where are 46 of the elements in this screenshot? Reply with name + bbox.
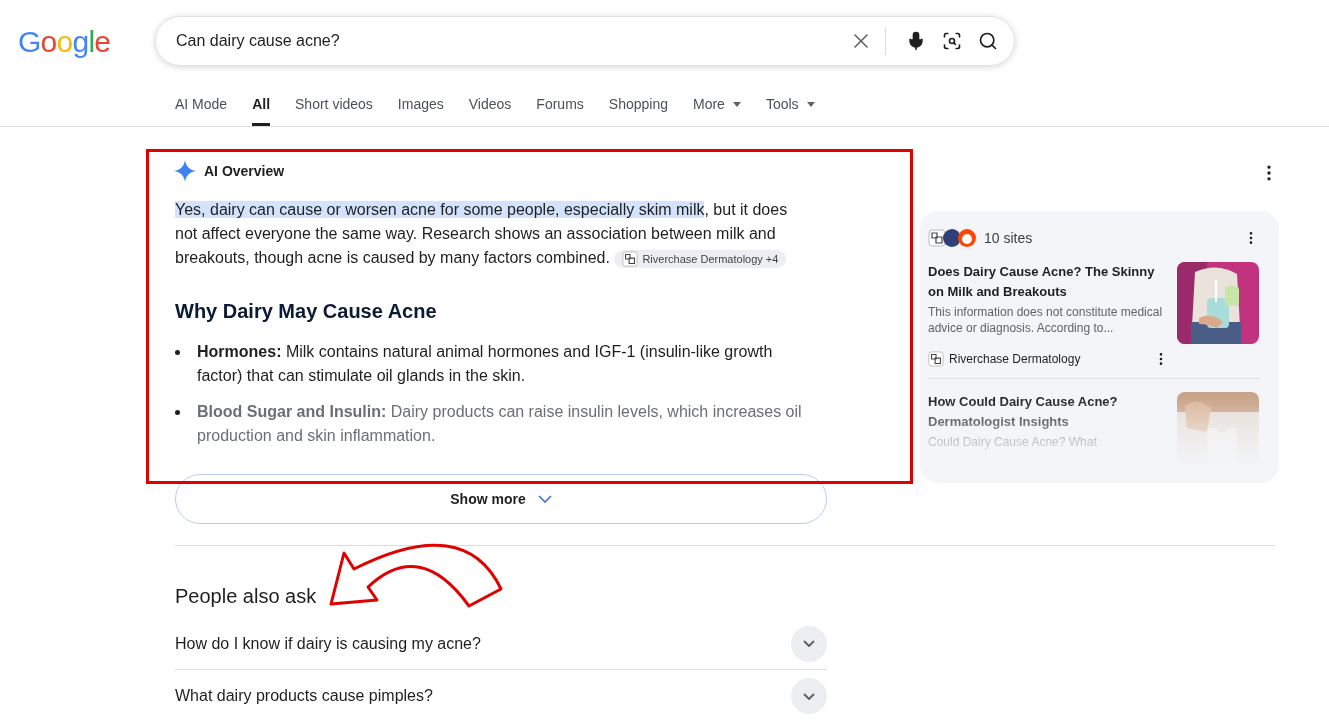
search-tab[interactable]: Tools: [765, 82, 815, 126]
google-logo[interactable]: Google: [18, 18, 155, 64]
show-more-button[interactable]: Show more: [175, 474, 827, 524]
site-count: 10 sites: [984, 228, 1034, 248]
camera-search-icon[interactable]: [942, 31, 962, 51]
source-snippet: This information does not constitute medical advice or diagnosis. According to...: [928, 304, 1164, 336]
search-tab[interactable]: Images: [397, 82, 444, 126]
site-logo-icon: [958, 229, 976, 247]
caret-icon: [806, 102, 815, 107]
source-title[interactable]: Does Dairy Cause Acne? The Skinny on Milk and Breakouts: [928, 262, 1169, 302]
caret-icon: [732, 102, 741, 107]
search-tab[interactable]: Short videos: [295, 82, 373, 126]
chevron-down-icon: [537, 495, 552, 503]
question-row[interactable]: How do I know if dairy is causing my acne?: [175, 618, 827, 670]
sparkle-icon: [174, 160, 196, 182]
search-query: Can dairy cause acne?: [176, 31, 341, 51]
site-logo-icon: [928, 229, 946, 247]
microphone-icon[interactable]: [906, 31, 926, 51]
search-field[interactable]: Can dairy cause acne?: [155, 16, 1015, 66]
people-also-ask-title: People also ask: [175, 584, 318, 608]
bullet-text: Hormones: Milk contains natural animal hormones and IGF-1 (insulin-like growth factor) that can stimulate oil glands in the skin.: [197, 342, 774, 386]
ai-overview-title: AI Overview: [204, 161, 285, 181]
section-heading: Why Dairy May Cause Acne: [175, 299, 438, 324]
search-tab[interactable]: Shopping: [608, 82, 668, 126]
citation-chip[interactable]: Riverchase Dermatology +4: [614, 249, 787, 268]
search-tab[interactable]: More: [692, 82, 741, 126]
expand-toggle[interactable]: [791, 625, 827, 662]
question-text: What dairy products cause pimples?: [175, 686, 433, 706]
search-tab[interactable]: All: [252, 82, 271, 126]
chevron-down-icon: [803, 640, 815, 647]
site-logo-icon: [622, 250, 639, 267]
source-snippet: Could Dairy Cause Acne? What: [928, 434, 1098, 450]
question-row[interactable]: What dairy products cause pimples?: [175, 670, 827, 720]
overview-summary: Yes, dairy can cause or worsen acne for some people, especially skim milk, but it does not affect everyone the same way. Research shows an association between milk and breakouts, though acne is caused by many factors combined. Riverchase Dermatology +4: [175, 200, 789, 270]
bullet-text: Blood Sugar and Insulin: Dairy products can raise insulin levels, which increases oil production and skin inflammation.: [197, 402, 803, 446]
expand-toggle[interactable]: [791, 678, 827, 714]
source-title[interactable]: How Could Dairy Cause Acne? Dermatologist Insights: [928, 392, 1169, 432]
search-tab[interactable]: AI Mode: [175, 82, 228, 126]
chevron-down-icon: [803, 692, 815, 700]
search-tab[interactable]: Forums: [536, 82, 584, 126]
site-logo-icon: [928, 351, 944, 367]
site-logo-icon: [943, 229, 961, 247]
search-tab[interactable]: Videos: [468, 82, 512, 126]
search-icon[interactable]: [978, 31, 998, 51]
source-name: Riverchase Dermatology: [949, 351, 1082, 368]
question-text: How do I know if dairy is causing my acne?: [175, 633, 481, 654]
